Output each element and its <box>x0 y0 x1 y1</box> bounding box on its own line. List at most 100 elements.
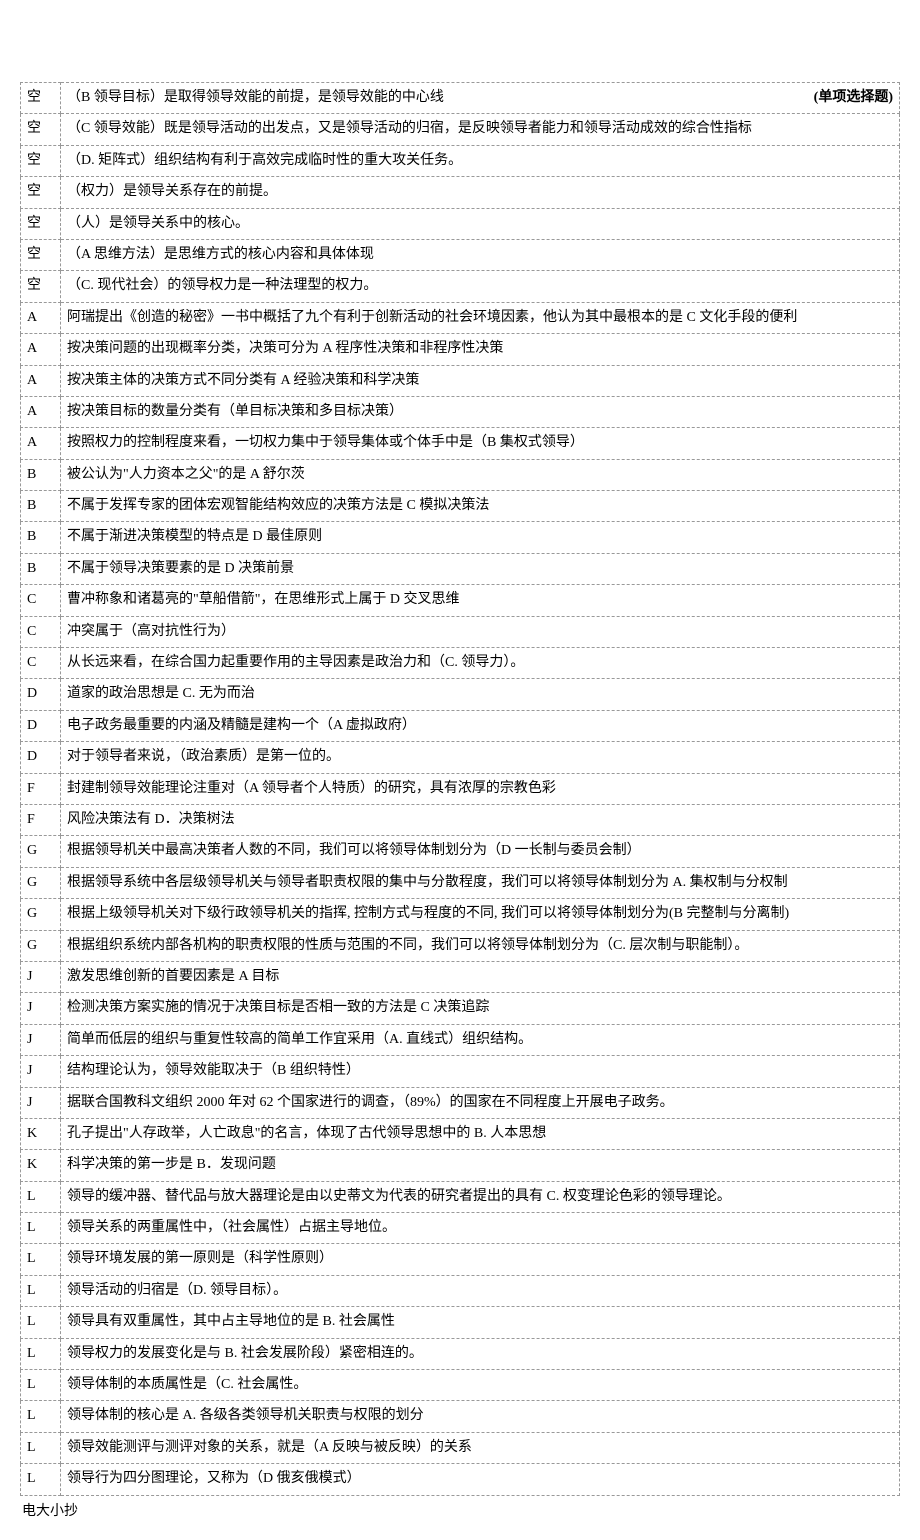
row-key: A <box>21 334 61 365</box>
row-key: J <box>21 961 61 992</box>
row-key: B <box>21 491 61 522</box>
table-row: C冲突属于（高对抗性行为） <box>21 616 900 647</box>
row-text: 科学决策的第一步是 B．发现问题 <box>61 1150 900 1181</box>
row-text: 风险决策法有 D．决策树法 <box>61 804 900 835</box>
row-key: G <box>21 836 61 867</box>
table-row: 空（人）是领导关系中的核心。 <box>21 208 900 239</box>
table-row: 空（B 领导目标）是取得领导效能的前提，是领导效能的中心线(单项选择题) <box>21 83 900 114</box>
row-text: 领导体制的本质属性是（C. 社会属性。 <box>61 1370 900 1401</box>
table-row: L领导体制的本质属性是（C. 社会属性。 <box>21 1370 900 1401</box>
row-text: 封建制领导效能理论注重对（A 领导者个人特质）的研究，具有浓厚的宗教色彩 <box>61 773 900 804</box>
row-key: L <box>21 1432 61 1463</box>
row-text: 不属于领导决策要素的是 D 决策前景 <box>61 553 900 584</box>
row-text: 领导活动的归宿是（D. 领导目标）。 <box>61 1275 900 1306</box>
table-row: A按决策问题的出现概率分类，决策可分为 A 程序性决策和非程序性决策 <box>21 334 900 365</box>
row-text: 领导权力的发展变化是与 B. 社会发展阶段）紧密相连的。 <box>61 1338 900 1369</box>
row-text: 根据领导系统中各层级领导机关与领导者职责权限的集中与分散程度，我们可以将领导体制… <box>61 867 900 898</box>
row-key: J <box>21 1024 61 1055</box>
row-key: L <box>21 1401 61 1432</box>
row-key: G <box>21 867 61 898</box>
table-row: L领导效能测评与测评对象的关系，就是（A 反映与被反映）的关系 <box>21 1432 900 1463</box>
row-key: L <box>21 1307 61 1338</box>
section-header: (单项选择题) <box>814 87 893 109</box>
row-text: 曹冲称象和诸葛亮的"草船借箭"，在思维形式上属于 D 交叉思维 <box>61 585 900 616</box>
row-text: 不属于发挥专家的团体宏观智能结构效应的决策方法是 C 模拟决策法 <box>61 491 900 522</box>
row-key: B <box>21 553 61 584</box>
row-text: 激发思维创新的首要因素是 A 目标 <box>61 961 900 992</box>
row-text: 根据上级领导机关对下级行政领导机关的指挥, 控制方式与程度的不同, 我们可以将领… <box>61 899 900 930</box>
table-row: B不属于发挥专家的团体宏观智能结构效应的决策方法是 C 模拟决策法 <box>21 491 900 522</box>
table-row: G根据组织系统内部各机构的职责权限的性质与范围的不同，我们可以将领导体制划分为（… <box>21 930 900 961</box>
table-row: G根据领导机关中最高决策者人数的不同，我们可以将领导体制划分为（D 一长制与委员… <box>21 836 900 867</box>
row-key: F <box>21 773 61 804</box>
table-row: G根据领导系统中各层级领导机关与领导者职责权限的集中与分散程度，我们可以将领导体… <box>21 867 900 898</box>
row-key: L <box>21 1244 61 1275</box>
table-row: 空（D. 矩阵式）组织结构有利于高效完成临时性的重大攻关任务。 <box>21 145 900 176</box>
row-text: 领导关系的两重属性中，（社会属性）占据主导地位。 <box>61 1213 900 1244</box>
row-key: 空 <box>21 83 61 114</box>
table-row: L领导具有双重属性，其中占主导地位的是 B. 社会属性 <box>21 1307 900 1338</box>
table-row: K科学决策的第一步是 B．发现问题 <box>21 1150 900 1181</box>
row-text: 检测决策方案实施的情况于决策目标是否相一致的方法是 C 决策追踪 <box>61 993 900 1024</box>
row-text: 简单而低层的组织与重复性较高的简单工作宜采用（A. 直线式）组织结构。 <box>61 1024 900 1055</box>
table-row: D道家的政治思想是 C. 无为而治 <box>21 679 900 710</box>
table-row: J激发思维创新的首要因素是 A 目标 <box>21 961 900 992</box>
row-text: 领导的缓冲器、替代品与放大器理论是由以史蒂文为代表的研究者提出的具有 C. 权变… <box>61 1181 900 1212</box>
row-text: （B 领导目标）是取得领导效能的前提，是领导效能的中心线(单项选择题) <box>61 83 900 114</box>
table-row: 空（权力）是领导关系存在的前提。 <box>21 177 900 208</box>
row-key: K <box>21 1150 61 1181</box>
row-text: 被公认为"人力资本之父"的是 A 舒尔茨 <box>61 459 900 490</box>
row-key: 空 <box>21 271 61 302</box>
table-row: A阿瑞提出《创造的秘密》一书中概括了九个有利于创新活动的社会环境因素，他认为其中… <box>21 302 900 333</box>
row-text: 领导体制的核心是 A. 各级各类领导机关职责与权限的划分 <box>61 1401 900 1432</box>
table-row: D电子政务最重要的内涵及精髓是建构一个（A 虚拟政府） <box>21 710 900 741</box>
row-text: 领导行为四分图理论，又称为（D 俄亥俄模式） <box>61 1464 900 1495</box>
table-row: G根据上级领导机关对下级行政领导机关的指挥, 控制方式与程度的不同, 我们可以将… <box>21 899 900 930</box>
row-text: 按决策主体的决策方式不同分类有 A 经验决策和科学决策 <box>61 365 900 396</box>
row-key: C <box>21 648 61 679</box>
row-text: （C. 现代社会）的领导权力是一种法理型的权力。 <box>61 271 900 302</box>
row-text: （C 领导效能）既是领导活动的出发点，又是领导活动的归宿，是反映领导者能力和领导… <box>61 114 900 145</box>
row-text: 据联合国教科文组织 2000 年对 62 个国家进行的调查，（89%）的国家在不… <box>61 1087 900 1118</box>
row-key: 空 <box>21 114 61 145</box>
row-key: B <box>21 459 61 490</box>
row-text: 冲突属于（高对抗性行为） <box>61 616 900 647</box>
row-key: L <box>21 1338 61 1369</box>
row-key: A <box>21 365 61 396</box>
question-table: 空（B 领导目标）是取得领导效能的前提，是领导效能的中心线(单项选择题)空（C … <box>20 82 900 1496</box>
row-key: 空 <box>21 145 61 176</box>
row-key: A <box>21 396 61 427</box>
table-row: A按决策目标的数量分类有（单目标决策和多目标决策） <box>21 396 900 427</box>
row-text: 按决策问题的出现概率分类，决策可分为 A 程序性决策和非程序性决策 <box>61 334 900 365</box>
table-row: 空（A 思维方法）是思维方式的核心内容和具体体现 <box>21 239 900 270</box>
table-row: K孔子提出"人存政举，人亡政息"的名言，体现了古代领导思想中的 B. 人本思想 <box>21 1118 900 1149</box>
footer-text: 电大小抄 <box>20 1500 900 1520</box>
table-row: L领导的缓冲器、替代品与放大器理论是由以史蒂文为代表的研究者提出的具有 C. 权… <box>21 1181 900 1212</box>
table-row: F风险决策法有 D．决策树法 <box>21 804 900 835</box>
row-key: B <box>21 522 61 553</box>
row-text: 根据组织系统内部各机构的职责权限的性质与范围的不同，我们可以将领导体制划分为（C… <box>61 930 900 961</box>
row-key: J <box>21 993 61 1024</box>
row-text: 从长远来看，在综合国力起重要作用的主导因素是政治力和（C. 领导力）。 <box>61 648 900 679</box>
table-row: L领导行为四分图理论，又称为（D 俄亥俄模式） <box>21 1464 900 1495</box>
table-row: D对于领导者来说，（政治素质）是第一位的。 <box>21 742 900 773</box>
row-key: L <box>21 1213 61 1244</box>
row-text: 按决策目标的数量分类有（单目标决策和多目标决策） <box>61 396 900 427</box>
row-text: 道家的政治思想是 C. 无为而治 <box>61 679 900 710</box>
table-row: 空（C 领导效能）既是领导活动的出发点，又是领导活动的归宿，是反映领导者能力和领… <box>21 114 900 145</box>
row-key: G <box>21 899 61 930</box>
table-row: L领导活动的归宿是（D. 领导目标）。 <box>21 1275 900 1306</box>
table-row: J简单而低层的组织与重复性较高的简单工作宜采用（A. 直线式）组织结构。 <box>21 1024 900 1055</box>
table-row: C曹冲称象和诸葛亮的"草船借箭"，在思维形式上属于 D 交叉思维 <box>21 585 900 616</box>
table-row: A按决策主体的决策方式不同分类有 A 经验决策和科学决策 <box>21 365 900 396</box>
table-row: L领导体制的核心是 A. 各级各类领导机关职责与权限的划分 <box>21 1401 900 1432</box>
table-row: A按照权力的控制程度来看，一切权力集中于领导集体或个体手中是（B 集权式领导） <box>21 428 900 459</box>
table-row: 空（C. 现代社会）的领导权力是一种法理型的权力。 <box>21 271 900 302</box>
row-text: （D. 矩阵式）组织结构有利于高效完成临时性的重大攻关任务。 <box>61 145 900 176</box>
table-row: B不属于渐进决策模型的特点是 D 最佳原则 <box>21 522 900 553</box>
row-text: 结构理论认为，领导效能取决于（B 组织特性） <box>61 1056 900 1087</box>
table-row: B不属于领导决策要素的是 D 决策前景 <box>21 553 900 584</box>
row-key: F <box>21 804 61 835</box>
row-key: K <box>21 1118 61 1149</box>
row-key: J <box>21 1056 61 1087</box>
